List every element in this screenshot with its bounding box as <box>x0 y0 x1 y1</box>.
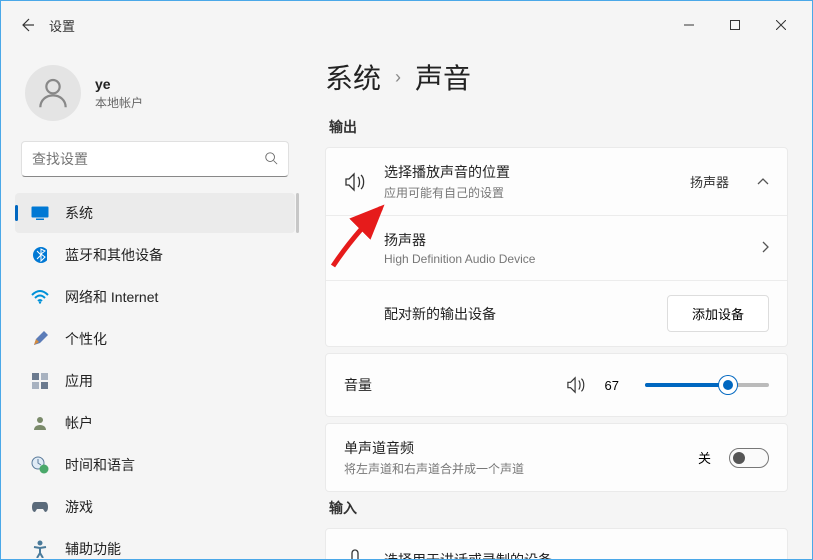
search-icon <box>264 151 278 168</box>
gamepad-icon <box>31 498 49 516</box>
add-device-button[interactable]: 添加设备 <box>667 295 769 332</box>
breadcrumb: 系统 › 声音 <box>325 57 788 97</box>
toggle-state-label: 关 <box>698 448 711 467</box>
sidebar-item-label: 游戏 <box>65 497 93 517</box>
pair-output-row: 配对新的输出设备 添加设备 <box>326 280 787 346</box>
sidebar-item-label: 系统 <box>65 203 93 223</box>
back-button[interactable] <box>9 7 45 43</box>
output-device-row[interactable]: 扬声器 High Definition Audio Device <box>326 215 787 280</box>
close-button[interactable] <box>758 9 804 41</box>
search-input[interactable] <box>32 151 264 167</box>
sidebar-item-label: 时间和语言 <box>65 455 135 475</box>
minimize-button[interactable] <box>666 9 712 41</box>
sidebar-item-label: 蓝牙和其他设备 <box>65 245 163 265</box>
sidebar-item-accounts[interactable]: 帐户 <box>15 403 295 443</box>
speaker-icon <box>344 172 366 192</box>
brush-icon <box>31 330 49 348</box>
wifi-icon <box>31 288 49 306</box>
avatar <box>25 65 81 121</box>
row-title: 扬声器 <box>384 230 743 250</box>
sidebar-item-label: 网络和 Internet <box>65 287 158 307</box>
sidebar-item-network[interactable]: 网络和 Internet <box>15 277 295 317</box>
sidebar-item-label: 个性化 <box>65 329 107 349</box>
row-title: 配对新的输出设备 <box>384 304 649 324</box>
person-icon <box>31 414 49 432</box>
sidebar-item-label: 应用 <box>65 371 93 391</box>
row-title: 选择用于讲话或录制的设备 <box>384 550 769 559</box>
search-box[interactable] <box>21 141 289 177</box>
profile-block[interactable]: ye 本地帐户 <box>9 57 301 137</box>
sidebar: ye 本地帐户 系统 蓝牙和其他设备 网络和 Internet <box>1 49 301 559</box>
breadcrumb-parent[interactable]: 系统 <box>325 57 381 97</box>
speaker-icon[interactable] <box>565 376 587 394</box>
main-content: 系统 › 声音 输出 选择播放声音的位置 应用可能有自己的设置 扬声器 扬声器 … <box>301 49 812 559</box>
sidebar-item-system[interactable]: 系统 <box>15 193 295 233</box>
mono-audio-row: 单声道音频 将左声道和右声道合并成一个声道 关 <box>326 424 787 491</box>
volume-value: 67 <box>605 378 627 393</box>
row-subtitle: 将左声道和右声道合并成一个声道 <box>344 460 680 477</box>
chevron-right-icon <box>761 241 769 256</box>
clock-globe-icon <box>31 456 49 474</box>
chevron-right-icon: › <box>395 67 401 88</box>
profile-type: 本地帐户 <box>95 94 143 111</box>
row-title: 选择播放声音的位置 <box>384 162 672 182</box>
mono-toggle[interactable] <box>729 448 769 468</box>
sidebar-item-gaming[interactable]: 游戏 <box>15 487 295 527</box>
sidebar-item-bluetooth[interactable]: 蓝牙和其他设备 <box>15 235 295 275</box>
scrollbar-thumb[interactable] <box>296 193 299 233</box>
sidebar-item-accessibility[interactable]: 辅助功能 <box>15 529 295 559</box>
breadcrumb-current: 声音 <box>415 57 471 97</box>
volume-slider[interactable] <box>645 383 770 387</box>
profile-name: ye <box>95 76 143 92</box>
volume-row: 音量 67 <box>326 354 787 416</box>
section-output-title: 输出 <box>329 117 788 137</box>
mic-icon <box>344 549 366 559</box>
maximize-button[interactable] <box>712 9 758 41</box>
row-subtitle: 应用可能有自己的设置 <box>384 184 672 201</box>
output-device-value: 扬声器 <box>690 172 729 191</box>
sidebar-item-personalization[interactable]: 个性化 <box>15 319 295 359</box>
row-subtitle: High Definition Audio Device <box>384 252 743 266</box>
sidebar-item-time[interactable]: 时间和语言 <box>15 445 295 485</box>
input-choose-row[interactable]: 选择用于讲话或录制的设备 <box>326 529 787 559</box>
sidebar-item-label: 辅助功能 <box>65 539 121 559</box>
window-title: 设置 <box>49 16 75 35</box>
section-input-title: 输入 <box>329 498 788 518</box>
accessibility-icon <box>31 540 49 558</box>
apps-icon <box>31 372 49 390</box>
volume-label: 音量 <box>344 375 404 395</box>
row-title: 单声道音频 <box>344 438 680 458</box>
monitor-icon <box>31 204 49 222</box>
output-choose-row[interactable]: 选择播放声音的位置 应用可能有自己的设置 扬声器 <box>326 148 787 215</box>
chevron-up-icon <box>757 175 769 189</box>
sidebar-item-label: 帐户 <box>65 413 93 433</box>
bluetooth-icon <box>31 246 49 264</box>
sidebar-item-apps[interactable]: 应用 <box>15 361 295 401</box>
